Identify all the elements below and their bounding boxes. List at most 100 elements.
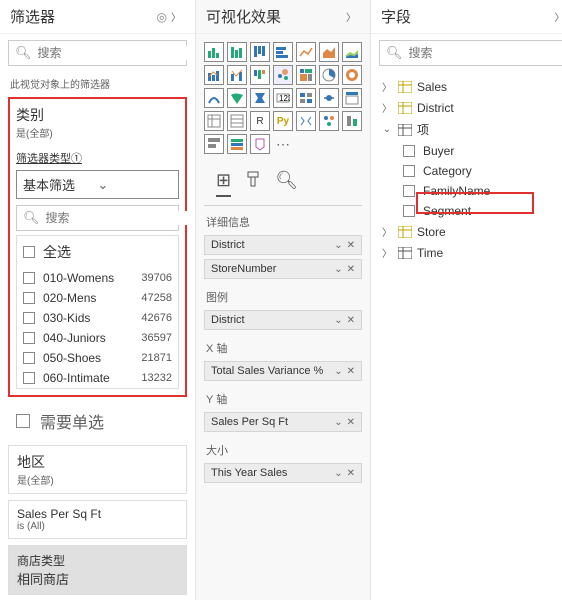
remove-icon[interactable]: ✕ [347,468,355,479]
viz-type-icon[interactable] [342,42,362,62]
viz-type-icon[interactable]: Py [273,111,293,131]
category-search-input[interactable] [46,211,195,225]
remove-icon[interactable]: ✕ [347,366,355,377]
storetype-title: 商店类型 [17,552,178,569]
remove-icon[interactable]: ✕ [347,240,355,251]
table-row[interactable]: 〉District [379,97,562,118]
viz-type-icon[interactable] [227,134,247,154]
viz-type-icon[interactable] [273,65,293,85]
viz-type-icon[interactable] [319,42,339,62]
table-row[interactable]: 〉Time [379,242,562,263]
field-chip[interactable]: StoreNumber⌄✕ [204,259,362,279]
field-chip[interactable]: District⌄✕ [204,235,362,255]
detail-section-label: 详细信息 [196,206,370,233]
field-row[interactable]: Segment [379,201,562,221]
viz-type-icon[interactable] [342,65,362,85]
viz-type-icon[interactable] [319,88,339,108]
fields-tree: 〉Sales 〉District ⌄项 Buyer Category Famil… [371,72,562,267]
chevron-down-icon[interactable]: ⌄ [334,417,342,428]
table-row[interactable]: 〉Store [379,221,562,242]
viz-type-icon[interactable] [227,111,247,131]
viz-type-icon[interactable] [250,65,270,85]
chevron-down-icon[interactable]: ⌄ [334,315,342,326]
value-row[interactable]: 060-Intimate13232 [17,368,178,388]
chevron-right-icon: 〉 [381,100,393,115]
filter-type-value: 基本筛选 [23,175,94,194]
table-row[interactable]: 〉Sales [379,76,562,97]
sales-filter-card[interactable]: Sales Per Sq Ft is (All) [8,500,187,539]
viz-type-icon[interactable] [250,88,270,108]
value-row[interactable]: 050-Shoes21871 [17,348,178,368]
field-chip[interactable]: District⌄✕ [204,310,362,330]
viz-type-icon[interactable] [204,88,224,108]
table-icon [397,101,413,115]
viz-type-icon[interactable] [296,42,316,62]
field-chip[interactable]: Total Sales Variance %⌄✕ [204,361,362,381]
viz-type-icon[interactable] [296,111,316,131]
collapse-icon[interactable]: 〉 [167,9,185,24]
remove-icon[interactable]: ✕ [347,264,355,275]
viz-type-icon[interactable] [342,88,362,108]
fields-search-input[interactable] [409,46,562,60]
value-row[interactable]: 030-Kids42676 [17,308,178,328]
format-tab[interactable] [245,170,261,197]
district-sub: 是(全部) [17,472,178,487]
filter-type-dropdown[interactable]: 基本筛选 ⌄ [16,170,179,199]
analytics-tab[interactable]: 🔍︎ [275,170,298,197]
viz-type-icon[interactable] [204,134,224,154]
remove-icon[interactable]: ✕ [347,315,355,326]
viz-type-icon[interactable] [319,111,339,131]
svg-text:123: 123 [279,94,290,103]
value-row[interactable]: 010-Womens39706 [17,268,178,288]
require-single-row[interactable]: 需要单选 [8,403,187,439]
storetype-filter-card[interactable]: 商店类型 相同商店 [8,545,187,595]
collapse-icon[interactable]: 〉 [342,9,360,24]
viz-type-icon[interactable] [296,65,316,85]
viz-type-icon[interactable]: ⋯ [273,134,293,154]
viz-type-icon[interactable] [319,65,339,85]
field-row[interactable]: FamilyName [379,181,562,201]
value-row[interactable]: 020-Mens47258 [17,288,178,308]
field-row-category[interactable]: Category [379,161,562,181]
viz-type-icon[interactable] [296,88,316,108]
select-all-row[interactable]: 全选 [17,236,178,268]
chevron-down-icon: ⌄ [381,124,393,135]
x-section-label: X 轴 [196,332,370,359]
viz-title: 可视化效果 [206,6,342,27]
chevron-down-icon[interactable]: ⌄ [334,264,342,275]
viz-type-icon[interactable] [273,42,293,62]
filters-search[interactable]: 🔍︎ [8,40,187,66]
table-row[interactable]: ⌄项 [379,118,562,141]
fields-search[interactable]: 🔍︎ [379,40,562,66]
category-search[interactable]: 🔍︎ [16,205,179,231]
size-section-label: 大小 [196,434,370,461]
select-all-label: 全选 [43,242,172,262]
field-chip[interactable]: This Year Sales⌄✕ [204,463,362,483]
viz-type-icon[interactable] [204,42,224,62]
viz-type-icon[interactable]: R [250,111,270,131]
viz-type-icon[interactable] [250,42,270,62]
viz-type-icon[interactable] [204,65,224,85]
chevron-down-icon[interactable]: ⌄ [334,240,342,251]
chevron-down-icon[interactable]: ⌄ [334,468,342,479]
field-row[interactable]: Buyer [379,141,562,161]
viz-type-icon[interactable] [250,134,270,154]
value-row[interactable]: 040-Juniors36597 [17,328,178,348]
preview-icon[interactable]: ◎ [157,10,167,24]
viz-type-icon[interactable] [227,88,247,108]
checkbox-icon [23,332,35,344]
viz-type-icon[interactable] [342,111,362,131]
remove-icon[interactable]: ✕ [347,417,355,428]
field-chip[interactable]: Sales Per Sq Ft⌄✕ [204,412,362,432]
district-filter-card[interactable]: 地区 是(全部) [8,445,187,494]
collapse-icon[interactable]: 〉 [551,9,562,24]
viz-type-icon[interactable] [204,111,224,131]
visualizations-pane: 可视化效果 〉 123 R Py ⋯ ⊞ [196,0,371,600]
chevron-down-icon[interactable]: ⌄ [334,366,342,377]
viz-type-icon[interactable]: 123 [273,88,293,108]
fields-tab[interactable]: ⊞ [216,170,231,197]
filters-search-input[interactable] [38,46,193,60]
viz-type-icon[interactable] [227,42,247,62]
viz-type-icon[interactable] [227,65,247,85]
search-icon: 🔍︎ [15,45,32,61]
